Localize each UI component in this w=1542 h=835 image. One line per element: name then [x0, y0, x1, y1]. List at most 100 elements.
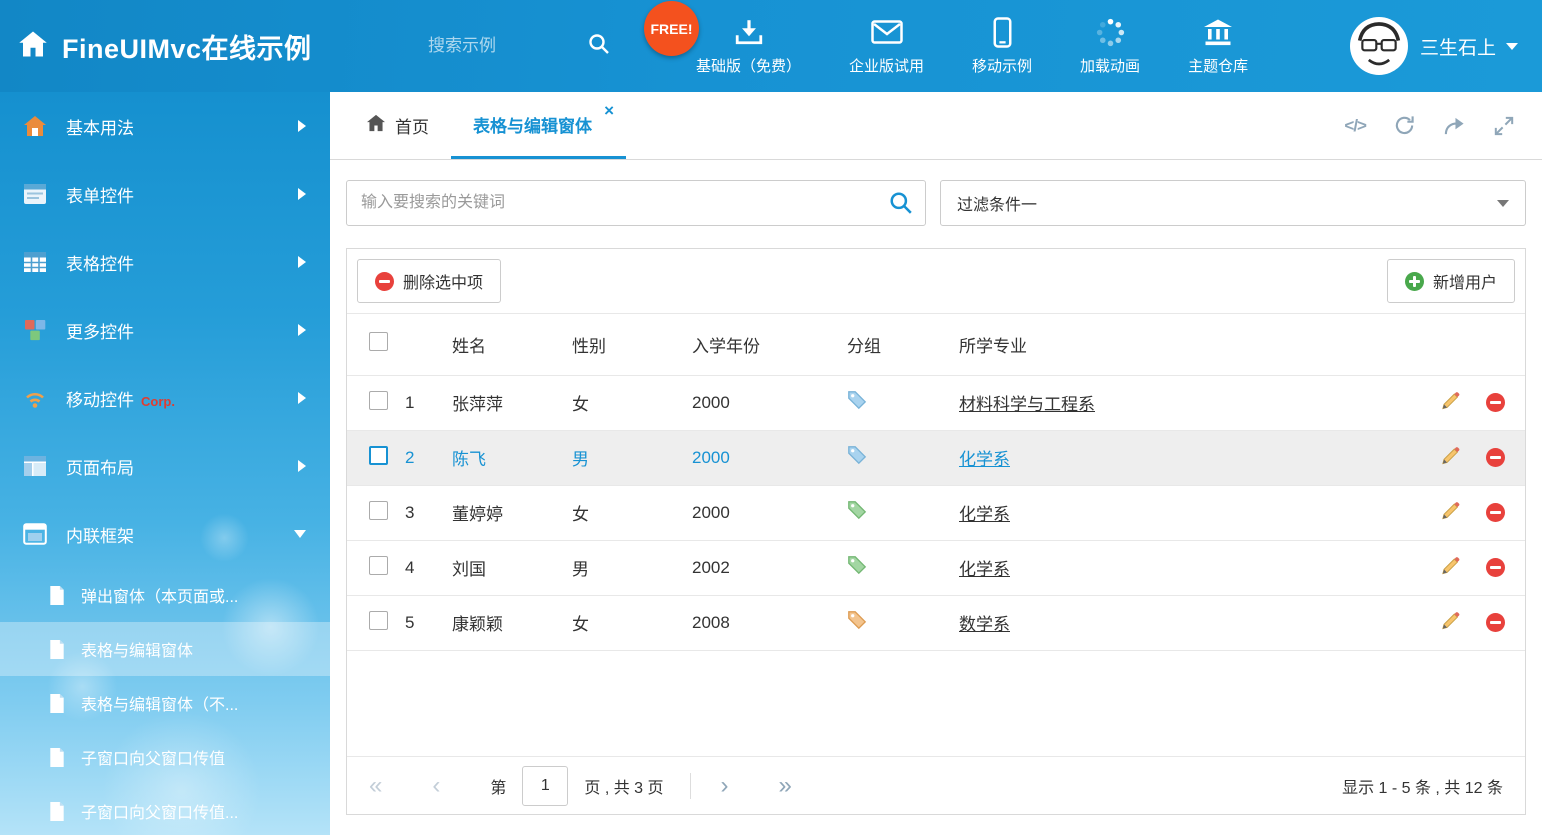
- signal-icon: [22, 385, 48, 411]
- delete-icon[interactable]: [1486, 503, 1505, 522]
- edit-icon[interactable]: [1440, 390, 1461, 416]
- filter-dropdown[interactable]: 过滤条件一: [940, 180, 1526, 226]
- sidebar-item-more-controls[interactable]: 更多控件: [0, 296, 330, 364]
- sidebar-item-mobile-controls[interactable]: 移动控件 Corp.: [0, 364, 330, 432]
- table-row[interactable]: 2 陈飞 男 2000 化学系: [347, 430, 1525, 485]
- major-link[interactable]: 化学系: [959, 560, 1010, 579]
- top-search-input[interactable]: [428, 36, 588, 56]
- sidebar-item-page-layout[interactable]: 页面布局: [0, 432, 330, 500]
- prev-page-button[interactable]: ‹: [432, 774, 440, 798]
- column-header-group[interactable]: 分组: [847, 314, 959, 375]
- home-icon: [366, 114, 386, 137]
- tab-toolbar: </>: [1344, 92, 1542, 159]
- row-checkbox[interactable]: [369, 391, 388, 410]
- delete-icon[interactable]: [1486, 448, 1505, 467]
- sidebar-subitem-child-to-parent[interactable]: 子窗口向父窗口传值: [0, 730, 330, 784]
- file-icon: [48, 747, 66, 768]
- nav-item-enterprise-trial[interactable]: 企业版试用: [849, 16, 924, 76]
- user-menu[interactable]: 三生石上: [1350, 17, 1542, 75]
- row-checkbox[interactable]: [369, 501, 388, 520]
- last-page-button[interactable]: »: [779, 774, 792, 798]
- sidebar-subitem-grid-edit-window-2[interactable]: 表格与编辑窗体（不...: [0, 676, 330, 730]
- row-name: 陈飞: [452, 430, 572, 485]
- add-user-button[interactable]: 新增用户: [1387, 259, 1515, 303]
- corp-badge: Corp.: [141, 394, 175, 409]
- major-link[interactable]: 化学系: [959, 505, 1010, 524]
- column-header-name[interactable]: 姓名: [452, 314, 572, 375]
- chevron-right-icon: [298, 324, 306, 336]
- table-row[interactable]: 1 张萍萍 女 2000 材料科学与工程系: [347, 375, 1525, 430]
- file-icon: [48, 585, 66, 606]
- chevron-down-icon: [294, 530, 306, 538]
- tab-bar: 首页 表格与编辑窗体 × </>: [330, 92, 1542, 160]
- row-gender: 女: [572, 375, 692, 430]
- first-page-button[interactable]: «: [369, 774, 382, 798]
- delete-icon[interactable]: [1486, 393, 1505, 412]
- next-page-button[interactable]: ›: [721, 774, 729, 798]
- table-row[interactable]: 4 刘国 男 2002 化学系: [347, 540, 1525, 595]
- column-header-major[interactable]: 所学专业: [959, 314, 1403, 375]
- pagination-bar: « ‹ 第 页 , 共 3 页 › » 显示 1 - 5 条 , 共 12 条: [347, 756, 1525, 814]
- sidebar-subitem-popup-window[interactable]: 弹出窗体（本页面或...: [0, 568, 330, 622]
- sidebar-item-iframe[interactable]: 内联框架: [0, 500, 330, 568]
- sidebar-subitem-label: 弹出窗体（本页面或...: [81, 583, 238, 607]
- theme-store-icon: [1203, 16, 1233, 48]
- sidebar-subitem-grid-edit-window[interactable]: 表格与编辑窗体: [0, 622, 330, 676]
- tab-grid-edit-window[interactable]: 表格与编辑窗体 ×: [451, 92, 626, 159]
- sidebar-subitem-label: 表格与编辑窗体: [81, 637, 193, 661]
- edit-icon[interactable]: [1440, 610, 1461, 636]
- row-checkbox[interactable]: [369, 611, 388, 630]
- select-all-checkbox[interactable]: [369, 332, 388, 351]
- delete-icon[interactable]: [1486, 613, 1505, 632]
- tab-label: 表格与编辑窗体: [473, 112, 592, 137]
- page-number-input[interactable]: [522, 766, 568, 806]
- keyword-search-input[interactable]: [346, 180, 926, 226]
- sidebar-subitem-child-to-parent-2[interactable]: 子窗口向父窗口传值...: [0, 784, 330, 835]
- delete-selected-label: 删除选中项: [403, 269, 483, 293]
- sidebar-item-basic-usage[interactable]: 基本用法: [0, 92, 330, 160]
- nav-item-loading-animations[interactable]: 加载动画: [1080, 16, 1140, 76]
- search-icon[interactable]: [889, 191, 913, 220]
- sidebar-item-label: 移动控件: [66, 386, 134, 411]
- form-icon: [22, 181, 48, 207]
- column-header-gender[interactable]: 性别: [572, 314, 692, 375]
- keyword-search: [346, 180, 926, 226]
- row-checkbox[interactable]: [369, 556, 388, 575]
- nav-item-basic-edition[interactable]: FREE! 基础版（免费）: [696, 16, 801, 76]
- close-icon[interactable]: ×: [604, 102, 614, 119]
- brand[interactable]: FineUIMvc在线示例: [0, 27, 400, 66]
- row-index: 3: [405, 485, 452, 540]
- expand-icon[interactable]: [1494, 116, 1514, 136]
- major-link[interactable]: 数学系: [959, 615, 1010, 634]
- edit-icon[interactable]: [1440, 555, 1461, 581]
- major-link[interactable]: 材料科学与工程系: [959, 395, 1095, 414]
- source-code-icon[interactable]: </>: [1344, 116, 1366, 136]
- chevron-right-icon: [298, 120, 306, 132]
- row-checkbox[interactable]: [369, 446, 388, 465]
- nav-item-theme-store[interactable]: 主题仓库: [1188, 16, 1248, 76]
- sidebar-item-grid-controls[interactable]: 表格控件: [0, 228, 330, 296]
- sidebar-subitem-label: 子窗口向父窗口传值: [81, 745, 225, 769]
- nav-item-mobile-examples[interactable]: 移动示例: [972, 16, 1032, 76]
- minus-circle-icon: [375, 272, 394, 291]
- top-navigation: FREE! 基础版（免费） 企业版试用 移动示例: [696, 16, 1248, 76]
- edit-icon[interactable]: [1440, 445, 1461, 471]
- edit-icon[interactable]: [1440, 500, 1461, 526]
- table-row[interactable]: 3 董婷婷 女 2000 化学系: [347, 485, 1525, 540]
- row-index: 4: [405, 540, 452, 595]
- row-name: 张萍萍: [452, 375, 572, 430]
- mobile-icon: [993, 16, 1012, 48]
- major-link[interactable]: 化学系: [959, 450, 1010, 469]
- share-icon[interactable]: [1443, 116, 1466, 136]
- row-gender: 男: [572, 430, 692, 485]
- sidebar-item-form-controls[interactable]: 表单控件: [0, 160, 330, 228]
- refresh-icon[interactable]: [1394, 115, 1415, 136]
- nav-label: 基础版（免费）: [696, 55, 801, 76]
- tab-home[interactable]: 首页: [344, 92, 451, 159]
- sidebar: 基本用法 表单控件 表格控件 更多: [0, 92, 330, 835]
- column-header-year[interactable]: 入学年份: [692, 314, 847, 375]
- table-row[interactable]: 5 康颖颖 女 2008 数学系: [347, 595, 1525, 650]
- search-icon[interactable]: [588, 33, 610, 60]
- delete-icon[interactable]: [1486, 558, 1505, 577]
- delete-selected-button[interactable]: 删除选中项: [357, 259, 501, 303]
